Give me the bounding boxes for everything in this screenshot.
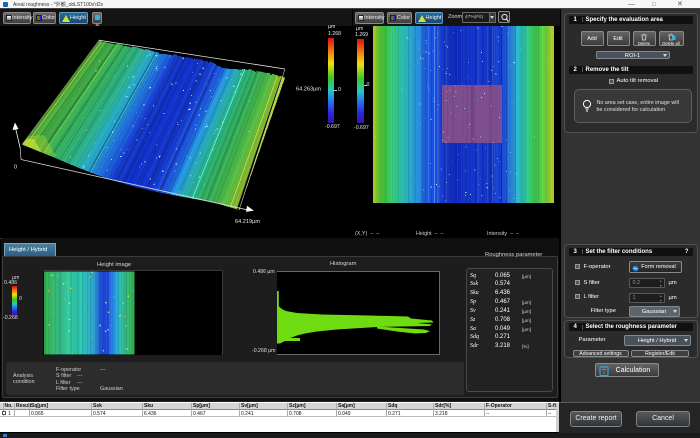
svg-text:64.263µm: 64.263µm — [296, 87, 321, 93]
svg-text:0: 0 — [14, 165, 17, 171]
svg-text:64.219µm: 64.219µm — [235, 219, 260, 225]
